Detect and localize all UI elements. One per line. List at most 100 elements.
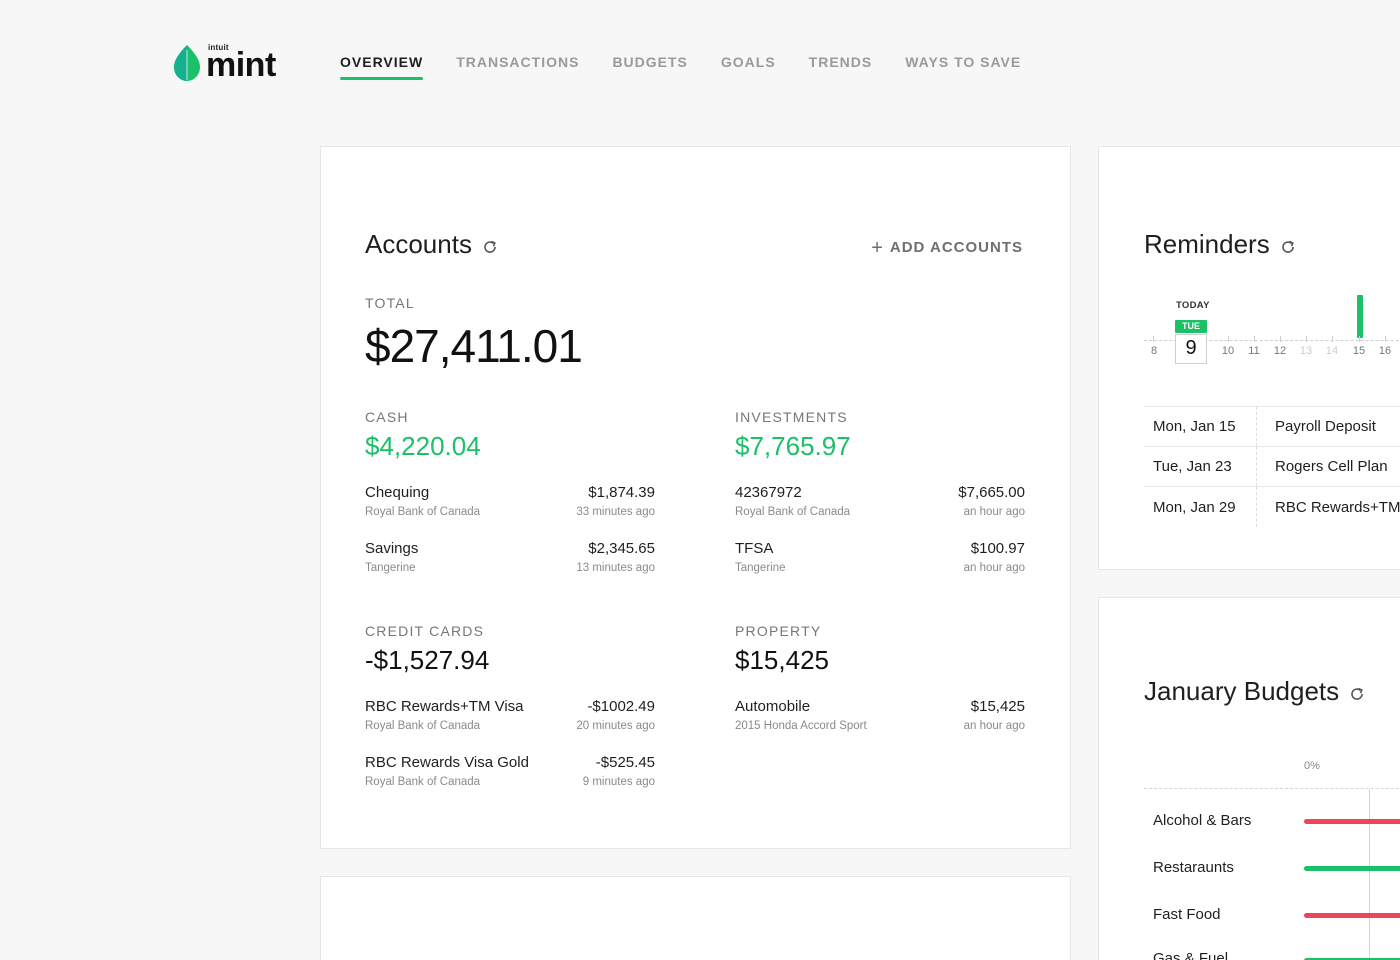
timeline-reminder-marker[interactable] bbox=[1357, 295, 1363, 338]
budget-percent-label: 0% bbox=[1304, 760, 1320, 772]
timeline-day: 15 bbox=[1352, 345, 1366, 357]
account-institution: Royal Bank of Canada bbox=[365, 506, 481, 518]
credit-cards-total: -$1,527.94 bbox=[365, 645, 490, 675]
cash-section: CASH $4,220.04 Chequing Royal Bank of Ca… bbox=[365, 409, 655, 574]
account-institution: 2015 Honda Accord Sport bbox=[735, 720, 867, 732]
timeline-day: 16 bbox=[1378, 345, 1392, 357]
account-row-chequing[interactable]: Chequing Royal Bank of Canada $1,874.39 … bbox=[365, 484, 655, 518]
accounts-title: Accounts bbox=[365, 229, 498, 260]
reminder-date: Tue, Jan 23 bbox=[1144, 447, 1257, 486]
timeline-day: 8 bbox=[1150, 345, 1158, 357]
nav-overview[interactable]: OVERVIEW bbox=[340, 54, 424, 80]
cash-label: CASH bbox=[365, 409, 409, 425]
account-institution: Tangerine bbox=[735, 562, 786, 574]
today-weekday-badge: TUE bbox=[1175, 320, 1207, 333]
reminders-timeline: TODAY TUE 9 8 10 11 12 13 14 15 16 bbox=[1144, 295, 1400, 370]
account-updated: 9 minutes ago bbox=[582, 776, 655, 788]
account-amount: $7,665.00 bbox=[958, 484, 1025, 501]
timeline-tick bbox=[1332, 336, 1333, 342]
budget-row-fast-food[interactable]: Fast Food bbox=[1153, 906, 1221, 923]
timeline-tick bbox=[1280, 336, 1281, 342]
account-row-savings[interactable]: Savings Tangerine $2,345.65 13 minutes a… bbox=[365, 540, 655, 574]
budget-row-gas-fuel[interactable]: Gas & Fuel bbox=[1153, 950, 1228, 960]
reminder-row[interactable]: Mon, Jan 29 RBC Rewards+TM bbox=[1144, 487, 1400, 527]
property-section: PROPERTY $15,425 Automobile 2015 Honda A… bbox=[735, 623, 1025, 732]
property-label: PROPERTY bbox=[735, 623, 822, 639]
reminder-description: RBC Rewards+TM bbox=[1275, 498, 1400, 516]
property-total: $15,425 bbox=[735, 645, 829, 675]
intuit-wordmark: intuit bbox=[208, 43, 229, 52]
timeline-day: 10 bbox=[1221, 345, 1235, 357]
nav-ways-to-save[interactable]: WAYS TO SAVE bbox=[905, 54, 1021, 80]
account-name: Automobile bbox=[735, 698, 811, 715]
account-amount: -$525.45 bbox=[595, 754, 655, 771]
account-row-tfsa[interactable]: TFSA Tangerine $100.97 an hour ago bbox=[735, 540, 1025, 574]
reminder-row[interactable]: Mon, Jan 15 Payroll Deposit bbox=[1144, 407, 1400, 447]
accounts-card: Accounts + ADD ACCOUNTS TOTAL $27,411.01… bbox=[320, 146, 1071, 849]
account-updated: 33 minutes ago bbox=[576, 506, 655, 518]
timeline-tick bbox=[1153, 336, 1154, 342]
timeline-tick bbox=[1306, 336, 1307, 342]
mint-leaf-icon bbox=[174, 45, 200, 81]
reminder-description: Payroll Deposit bbox=[1275, 418, 1376, 435]
refresh-icon[interactable] bbox=[1349, 686, 1365, 702]
budget-row-restaraunts[interactable]: Restaraunts bbox=[1153, 859, 1234, 876]
nav-budgets[interactable]: BUDGETS bbox=[612, 54, 687, 80]
refresh-icon[interactable] bbox=[1280, 239, 1296, 255]
nav-trends[interactable]: TRENDS bbox=[809, 54, 873, 80]
budgets-card: January Budgets 0% Alcohol & Bars Restar… bbox=[1098, 597, 1400, 960]
refresh-icon[interactable] bbox=[482, 239, 498, 255]
nav-transactions[interactable]: TRANSACTIONS bbox=[456, 54, 579, 80]
add-accounts-label: ADD ACCOUNTS bbox=[889, 239, 1023, 256]
timeline-tick bbox=[1359, 336, 1360, 342]
credit-cards-label: CREDIT CARDS bbox=[365, 623, 485, 639]
account-name: RBC Rewards Visa Gold bbox=[365, 754, 529, 771]
account-institution: Royal Bank of Canada bbox=[735, 506, 851, 518]
account-name: RBC Rewards+TM Visa bbox=[365, 698, 524, 715]
reminder-date: Mon, Jan 29 bbox=[1144, 487, 1257, 527]
mint-logo[interactable]: intuit mint bbox=[172, 43, 276, 82]
reminder-row[interactable]: Tue, Jan 23 Rogers Cell Plan bbox=[1144, 447, 1400, 487]
account-amount: $2,345.65 bbox=[588, 540, 655, 557]
account-institution: Royal Bank of Canada bbox=[365, 720, 481, 732]
budget-axis bbox=[1369, 789, 1370, 960]
account-row-42367972[interactable]: 42367972 Royal Bank of Canada $7,665.00 … bbox=[735, 484, 1025, 518]
today-day: 9 bbox=[1175, 334, 1207, 364]
account-name: Chequing bbox=[365, 484, 430, 501]
main-nav: OVERVIEW TRANSACTIONS BUDGETS GOALS TREN… bbox=[340, 54, 1054, 80]
account-updated: an hour ago bbox=[963, 720, 1025, 732]
reminder-description: Rogers Cell Plan bbox=[1275, 458, 1388, 475]
reminders-card: Reminders TODAY TUE 9 8 10 11 12 13 14 1… bbox=[1098, 146, 1400, 570]
reminder-date: Mon, Jan 15 bbox=[1144, 407, 1257, 446]
account-name: TFSA bbox=[735, 540, 774, 557]
accounts-title-text: Accounts bbox=[365, 229, 472, 259]
account-updated: an hour ago bbox=[963, 506, 1025, 518]
add-accounts-button[interactable]: + ADD ACCOUNTS bbox=[871, 236, 1023, 259]
account-name: Savings bbox=[365, 540, 419, 557]
account-updated: an hour ago bbox=[963, 562, 1025, 574]
total-value: $27,411.01 bbox=[365, 320, 583, 372]
nav-goals[interactable]: GOALS bbox=[721, 54, 776, 80]
account-name: 42367972 bbox=[735, 484, 802, 501]
investments-total: $7,765.97 bbox=[735, 431, 851, 461]
reminders-title-text: Reminders bbox=[1144, 229, 1270, 259]
account-amount: $100.97 bbox=[970, 540, 1025, 557]
reminders-title: Reminders bbox=[1144, 229, 1296, 260]
budgets-title: January Budgets bbox=[1144, 676, 1365, 707]
budget-row-alcohol-bars[interactable]: Alcohol & Bars bbox=[1153, 812, 1251, 829]
credit-cards-section: CREDIT CARDS -$1,527.94 RBC Rewards+TM V… bbox=[365, 623, 655, 788]
account-updated: 20 minutes ago bbox=[576, 720, 655, 732]
investments-label: INVESTMENTS bbox=[735, 409, 848, 425]
budget-divider bbox=[1144, 788, 1400, 789]
account-amount: $1,874.39 bbox=[588, 484, 655, 501]
timeline-tick bbox=[1254, 336, 1255, 342]
plus-icon: + bbox=[871, 236, 884, 259]
budget-bar-under bbox=[1304, 866, 1400, 871]
account-row-rbc-rewards-tm-visa[interactable]: RBC Rewards+TM Visa Royal Bank of Canada… bbox=[365, 698, 655, 732]
account-row-rbc-rewards-visa-gold[interactable]: RBC Rewards Visa Gold Royal Bank of Cana… bbox=[365, 754, 655, 788]
timeline-day: 12 bbox=[1273, 345, 1287, 357]
account-row-automobile[interactable]: Automobile 2015 Honda Accord Sport $15,4… bbox=[735, 698, 1025, 732]
cash-total: $4,220.04 bbox=[365, 431, 481, 461]
reminders-list: Mon, Jan 15 Payroll Deposit Tue, Jan 23 … bbox=[1144, 406, 1400, 527]
account-amount: -$1002.49 bbox=[587, 698, 655, 715]
